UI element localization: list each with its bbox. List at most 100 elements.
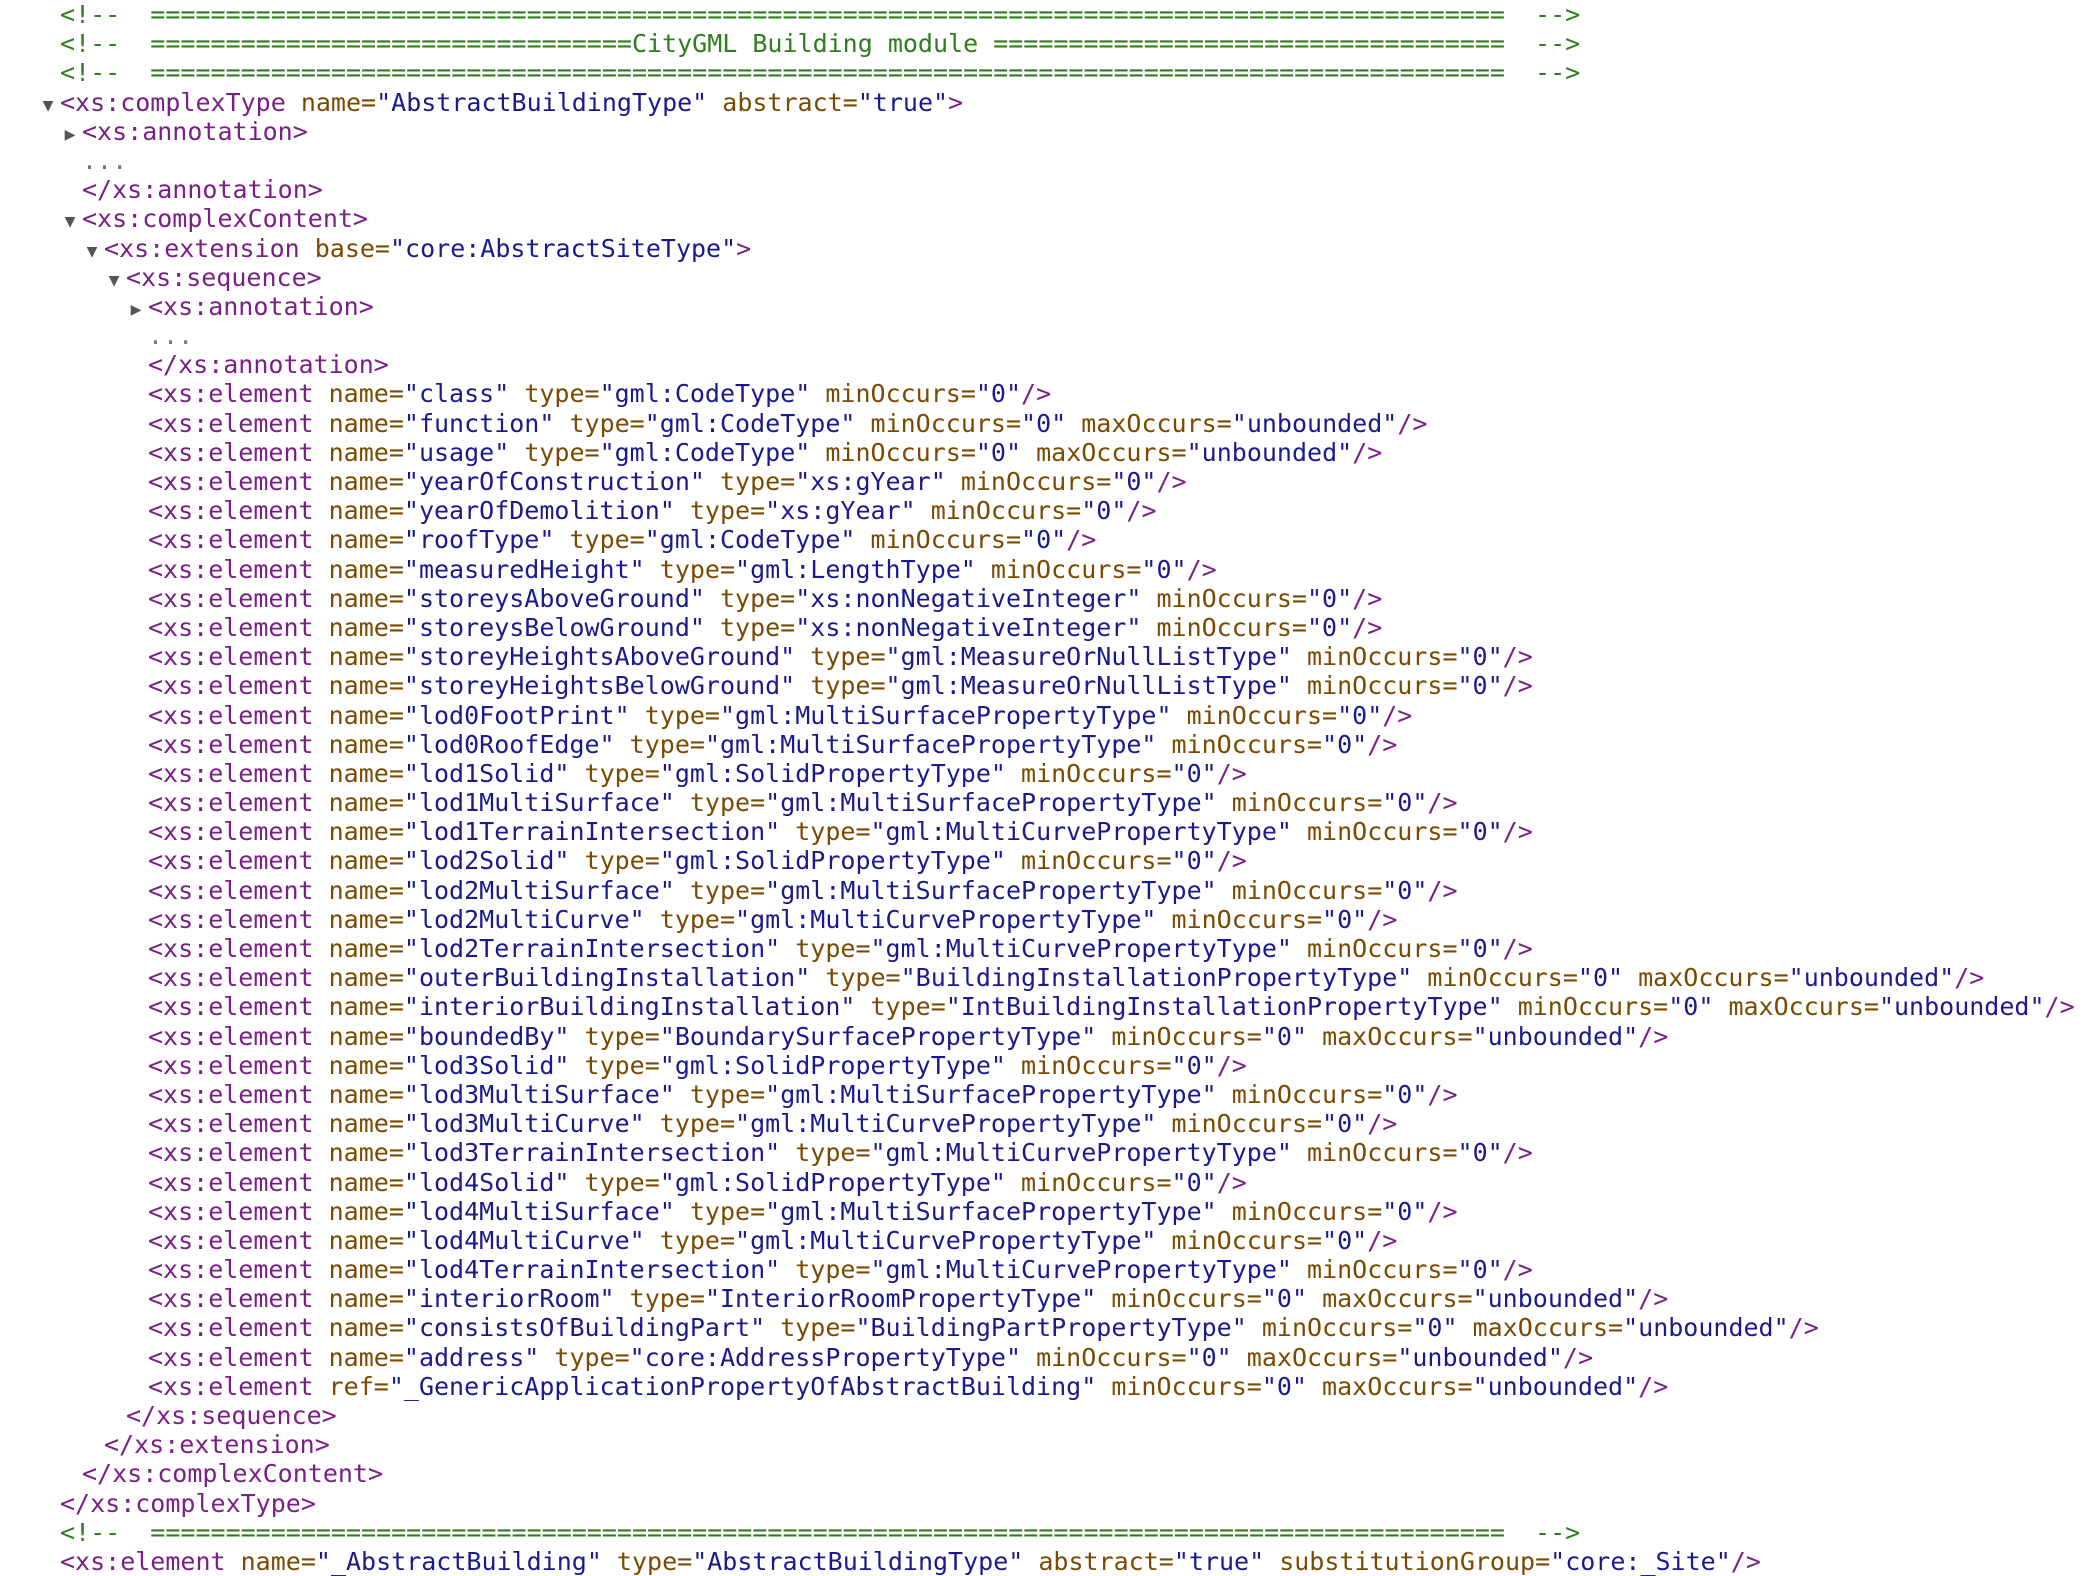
xml-attribute-value: "0"	[1171, 1050, 1217, 1080]
xml-attribute-name: name=	[328, 788, 404, 818]
xml-attribute-name: minOccurs=	[1307, 817, 1458, 847]
xml-attribute-value: "0"	[1412, 1313, 1473, 1343]
xml-tag: <xs:element	[148, 612, 329, 642]
triangle-down-icon[interactable]: ▼	[106, 266, 122, 295]
triangle-right-icon[interactable]: ▶	[128, 295, 144, 324]
xml-attribute-name: name=	[328, 846, 404, 876]
xml-attribute-name: type=	[524, 379, 600, 409]
xml-attribute-name: name=	[328, 1021, 404, 1051]
code-line: </xs:annotation>	[0, 350, 2083, 379]
xml-attribute-name: minOccurs=	[1111, 1021, 1262, 1051]
xml-tag: <xs:element	[148, 1167, 329, 1197]
xml-attribute-value: "lod4Solid"	[403, 1167, 585, 1197]
xml-attribute-value: "boundedBy"	[403, 1021, 585, 1051]
code-line: ...	[0, 321, 2083, 350]
xml-attribute-name: type=	[569, 408, 645, 438]
xml-tag: <xs:element	[148, 1284, 329, 1314]
xml-attribute-name: name=	[328, 1167, 404, 1197]
xml-attribute-value: "lod4MultiSurface"	[403, 1196, 690, 1226]
xml-attribute-value: "storeyHeightsAboveGround"	[403, 642, 811, 672]
code-line: <xs:element name="yearOfDemolition" type…	[0, 496, 2083, 525]
xml-tag: />	[1427, 1079, 1458, 1109]
xml-attribute-name: type=	[659, 554, 736, 584]
xml-tag: />	[1562, 1342, 1593, 1372]
xml-attribute-name: name=	[328, 1255, 404, 1285]
xml-attribute-value: "IntBuildingInstallationPropertyType"	[945, 992, 1518, 1022]
xml-tag: />	[1427, 1196, 1458, 1226]
code-line: <xs:element name="class" type="gml:CodeT…	[0, 379, 2083, 408]
xml-attribute-value: "address"	[403, 1342, 555, 1372]
xml-attribute-name: name=	[328, 963, 404, 993]
triangle-right-icon[interactable]: ▶	[62, 120, 78, 149]
xml-attribute-value: "core:_Site"	[1550, 1546, 1731, 1576]
xml-attribute-value: "xs:gYear"	[795, 467, 961, 496]
xml-attribute-value: "0"	[1382, 875, 1428, 905]
xml-tag: <xs:element	[148, 788, 329, 818]
xml-attribute-name: name=	[328, 1109, 404, 1139]
xml-attribute-name: type=	[689, 1079, 766, 1109]
xml-tag: />	[1502, 1255, 1533, 1285]
xml-tag: />	[1216, 758, 1247, 788]
xml-attribute-value: "true"	[857, 87, 949, 117]
xml-tag: <xs:element	[148, 671, 329, 701]
xml-attribute-name: name=	[328, 437, 404, 467]
code-line: <xs:element name="function" type="gml:Co…	[0, 409, 2083, 438]
xml-tag: />	[2044, 992, 2075, 1022]
xml-attribute-name: minOccurs=	[930, 496, 1082, 526]
xml-tag: />	[1352, 437, 1383, 467]
xml-attribute-value: "0"	[1081, 496, 1127, 526]
code-line: ▼ <xs:complexType name="AbstractBuildingT…	[0, 88, 2083, 117]
xml-tag: <xs:element	[148, 758, 329, 788]
xml-attribute-value: "gml:CodeType"	[644, 408, 871, 438]
xml-attribute-name: type=	[795, 1138, 871, 1168]
xml-tag: <xs:element	[148, 1225, 329, 1255]
xml-attribute-value: "gml:CodeType"	[599, 379, 826, 409]
xml-attribute-value: "gml:SolidPropertyType"	[659, 846, 1022, 876]
xml-attribute-name: maxOccurs=	[1728, 992, 1879, 1022]
xml-attribute-value: "gml:MultiCurvePropertyType"	[870, 1255, 1307, 1285]
xml-attribute-name: type=	[795, 934, 871, 963]
code-line: <xs:element name="lod1Solid" type="gml:S…	[0, 759, 2083, 788]
xml-attribute-value: "unbounded"	[1472, 1284, 1639, 1314]
xml-tag: />	[1502, 934, 1533, 963]
xml-attribute-name: minOccurs=	[825, 437, 976, 467]
xml-tag: </xs:sequence>	[126, 1401, 337, 1430]
xml-attribute-name: minOccurs=	[1231, 1196, 1383, 1226]
xml-attribute-value: "xs:nonNegativeInteger"	[795, 612, 1157, 642]
xml-tag: />	[1502, 817, 1533, 847]
xml-attribute-name: type=	[689, 1196, 766, 1226]
xml-tag: <xs:element	[148, 408, 329, 438]
triangle-down-icon[interactable]: ▼	[84, 237, 100, 266]
xml-attribute-name: name=	[328, 467, 404, 496]
xml-tag: />	[1638, 1284, 1669, 1314]
code-line: ...	[0, 146, 2083, 175]
xml-tag: />	[1638, 1021, 1669, 1051]
xml-attribute-value: "lod0RoofEdge"	[403, 729, 630, 759]
xml-attribute-name: type=	[719, 583, 796, 613]
xml-attribute-value: "0"	[1111, 467, 1157, 496]
xml-tag: <xs:element	[148, 496, 329, 526]
xml-attribute-name: type=	[554, 1342, 630, 1372]
xml-tag: />	[1730, 1546, 1761, 1576]
xml-tag: <xs:element	[148, 1255, 329, 1285]
xml-attribute-name: name=	[328, 379, 404, 409]
triangle-down-icon[interactable]: ▼	[40, 91, 56, 120]
code-line: ▶ <xs:annotation>	[0, 117, 2083, 146]
code-line: <xs:element name="lod3MultiSurface" type…	[0, 1080, 2083, 1109]
xml-attribute-name: name=	[328, 1342, 404, 1372]
xml-attribute-name: type=	[689, 788, 766, 818]
xml-attribute-name: type=	[569, 525, 645, 555]
xml-tag: <xs:element	[148, 904, 329, 934]
xml-tag: />	[1156, 467, 1187, 496]
xml-attribute-value: "storeyHeightsBelowGround"	[403, 671, 811, 701]
xml-attribute-value: "storeysBelowGround"	[403, 612, 720, 642]
xml-attribute-value: "BoundarySurfacePropertyType"	[659, 1021, 1112, 1051]
code-line: <!-- ================================Cit…	[0, 29, 2083, 58]
xml-attribute-name: type=	[659, 904, 736, 934]
xml-attribute-value: "unbounded"	[1472, 1021, 1639, 1051]
xml-attribute-value: "0"	[1186, 1342, 1247, 1372]
triangle-down-icon[interactable]: ▼	[62, 207, 78, 236]
xml-attribute-name: minOccurs=	[1261, 1313, 1413, 1343]
xml-tag: <xs:annotation>	[148, 291, 374, 321]
xml-attribute-value: "0"	[1171, 846, 1217, 876]
